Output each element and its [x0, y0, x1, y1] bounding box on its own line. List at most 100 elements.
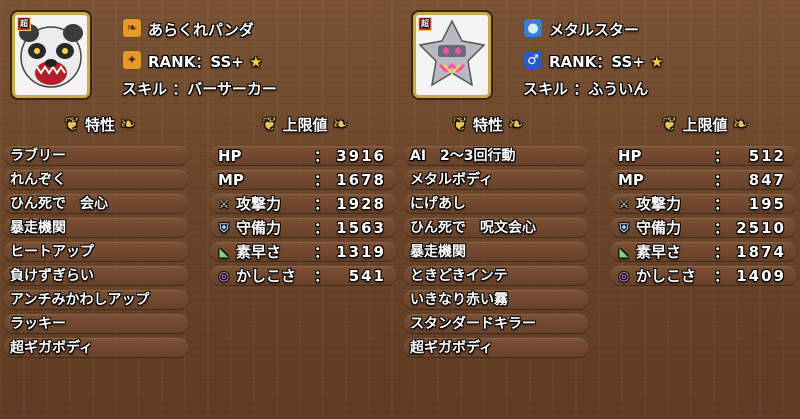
- trait-item: スタンダードキラー: [404, 314, 588, 334]
- monster-portrait-right: 超: [413, 12, 491, 98]
- paw-icon: ❧: [122, 18, 142, 38]
- stat-label: 素早さ: [636, 243, 682, 261]
- stat-row-mp: MP ： 847: [610, 170, 796, 190]
- boot-icon: ◣: [219, 245, 229, 259]
- stat-label: MP: [618, 171, 644, 189]
- stat-value: 1928: [336, 195, 386, 213]
- trait-item: アンチみかわしアップ: [4, 290, 188, 310]
- rank-right-text: RANK：SS+: [549, 53, 645, 71]
- ornament-icon: ❦: [662, 114, 678, 135]
- rarity-badge: 超: [418, 17, 432, 31]
- stat-colon: ：: [714, 195, 730, 213]
- monster-name-right: メタルスター: [549, 21, 640, 39]
- skill-left: スキル ：バーサーカー: [122, 80, 277, 98]
- stat-row-agility: ◣ 素早さ ： 1874: [610, 242, 796, 262]
- trait-item: ラブリー: [4, 146, 188, 166]
- stat-colon: ：: [314, 219, 330, 237]
- trait-item: ひん死で 呪文会心: [404, 218, 588, 238]
- stat-colon: ：: [714, 147, 730, 165]
- trait-item: 超ギガボディ: [404, 338, 588, 358]
- monster-name-left: あらくれパンダ: [148, 21, 254, 39]
- ring-icon: ◎: [218, 269, 230, 283]
- trait-item: 暴走機関: [4, 218, 188, 238]
- traits-header-right-text: 特性: [472, 116, 503, 134]
- stat-colon: ：: [314, 171, 330, 189]
- trait-item: いきなり赤い霧: [404, 290, 588, 310]
- stat-label: 素早さ: [236, 243, 282, 261]
- rank-right: RANK：SS+ ★: [549, 51, 664, 72]
- stat-row-defense: ⛨ 守備力 ： 2510: [610, 218, 796, 238]
- stat-label: MP: [218, 171, 244, 189]
- stat-colon: ：: [314, 195, 330, 213]
- stat-value: 541: [348, 267, 386, 285]
- stat-row-hp: HP ： 512: [610, 146, 796, 166]
- stat-colon: ：: [314, 243, 330, 261]
- star-icon: ★: [249, 53, 263, 71]
- rarity-badge: 超: [17, 17, 31, 31]
- trait-item: メタルボディ: [404, 170, 588, 190]
- shield-icon: ⛨: [219, 221, 229, 235]
- stat-label: HP: [218, 147, 242, 165]
- trait-item: ラッキー: [4, 314, 188, 334]
- stat-value: 1678: [336, 171, 386, 189]
- monster-portrait-left: 超: [12, 12, 90, 98]
- stats-header-left: ❦ 上限値 ❧: [240, 114, 370, 135]
- stat-row-attack: ⚔ 攻撃力 ： 195: [610, 194, 796, 214]
- gender-icon: ♂: [523, 50, 543, 70]
- ornament-icon: ❦: [262, 114, 278, 135]
- trait-item: 暴走機関: [404, 242, 588, 262]
- trait-item: 負けずぎらい: [4, 266, 188, 286]
- stat-value: 847: [748, 171, 786, 189]
- ornament-icon: ❧: [332, 114, 348, 135]
- beast-type-icon: ✦: [122, 50, 142, 70]
- stat-row-mp: MP ： 1678: [210, 170, 396, 190]
- stat-row-wisdom: ◎ かしこさ ： 541: [210, 266, 396, 286]
- stat-row-attack: ⚔ 攻撃力 ： 1928: [210, 194, 396, 214]
- stat-value: 3916: [336, 147, 386, 165]
- ornament-icon: ❦: [452, 114, 468, 135]
- trait-item: 超ギガボディ: [4, 338, 188, 358]
- slime-type-icon: ●: [523, 18, 543, 38]
- stat-label: HP: [618, 147, 642, 165]
- stat-row-defense: ⛨ 守備力 ： 1563: [210, 218, 396, 238]
- ring-icon: ◎: [618, 269, 630, 283]
- stats-header-left-text: 上限値: [282, 116, 328, 134]
- stat-label: 守備力: [236, 219, 282, 237]
- stat-colon: ：: [714, 267, 730, 285]
- stat-colon: ：: [714, 243, 730, 261]
- stat-row-hp: HP ： 3916: [210, 146, 396, 166]
- trait-item: にげあし: [404, 194, 588, 214]
- star-icon: ★: [650, 53, 664, 71]
- rank-left: RANK：SS+ ★: [148, 51, 263, 72]
- stat-row-wisdom: ◎ かしこさ ： 1409: [610, 266, 796, 286]
- trait-item: れんぞく: [4, 170, 188, 190]
- trait-item: ひん死で 会心: [4, 194, 188, 214]
- trait-item: ヒートアップ: [4, 242, 188, 262]
- stat-value: 1319: [336, 243, 386, 261]
- rank-left-text: RANK：SS+: [148, 53, 244, 71]
- skill-right: スキル ：ふういん: [523, 80, 649, 98]
- stat-label: 攻撃力: [236, 195, 282, 213]
- stat-colon: ：: [714, 219, 730, 237]
- traits-header-left: ❦ 特性 ❧: [40, 114, 160, 135]
- traits-header-left-text: 特性: [84, 116, 115, 134]
- stat-value: 1563: [336, 219, 386, 237]
- stat-label: 攻撃力: [636, 195, 682, 213]
- ornament-icon: ❧: [508, 114, 524, 135]
- shield-icon: ⛨: [619, 221, 629, 235]
- stats-header-right-text: 上限値: [682, 116, 728, 134]
- boot-icon: ◣: [619, 245, 629, 259]
- stat-value: 512: [748, 147, 786, 165]
- ornament-icon: ❦: [64, 114, 80, 135]
- stat-value: 2510: [736, 219, 786, 237]
- trait-item: ときどきインテ: [404, 266, 588, 286]
- ornament-icon: ❧: [120, 114, 136, 135]
- stat-label: かしこさ: [636, 267, 697, 285]
- stats-header-right: ❦ 上限値 ❧: [640, 114, 770, 135]
- ornament-icon: ❧: [732, 114, 748, 135]
- trait-item: AI 2〜3回行動: [404, 146, 588, 166]
- traits-header-right: ❦ 特性 ❧: [428, 114, 548, 135]
- stat-label: 守備力: [636, 219, 682, 237]
- stat-colon: ：: [314, 267, 330, 285]
- stat-label: かしこさ: [236, 267, 297, 285]
